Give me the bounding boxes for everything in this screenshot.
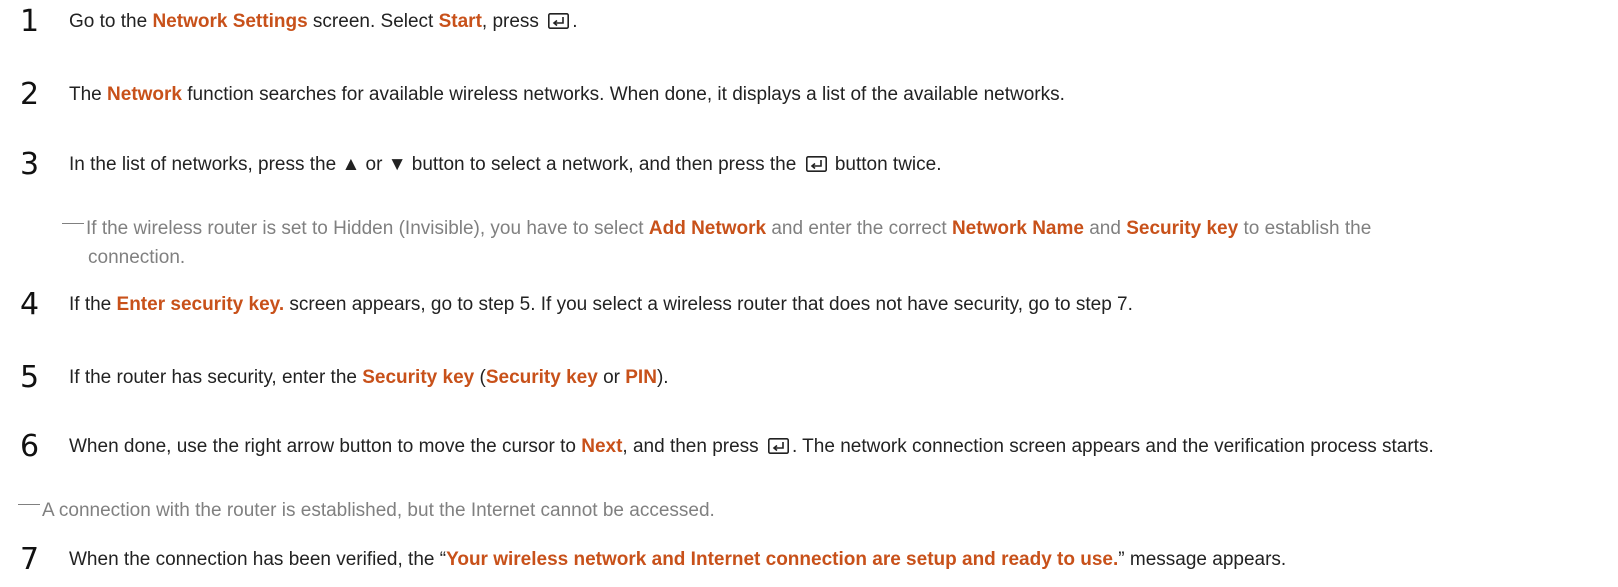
ui-term-network-settings: Network Settings	[152, 11, 308, 32]
step-2: 2 The Network function searches for avai…	[20, 78, 1598, 112]
enter-key-icon	[767, 438, 789, 454]
step-7: 7 When the connection has been verified,…	[20, 543, 1598, 577]
ui-term-next: Next	[581, 436, 623, 457]
ui-term-network-name: Network Name	[951, 218, 1084, 239]
note-no-internet: A connection with the router is establis…	[18, 496, 1578, 525]
step-number: 5	[20, 360, 40, 395]
step-text: If the Enter security key. screen appear…	[69, 294, 1133, 315]
ui-term-enter-security-key: Enter security key.	[116, 294, 285, 315]
step-number: 2	[20, 77, 40, 112]
step-number: 6	[20, 429, 40, 464]
note-text-line-2: connection.	[88, 247, 186, 268]
step-text: When done, use the right arrow button to…	[69, 436, 1434, 457]
note-hidden-router: If the wireless router is set to Hidden …	[62, 214, 1592, 272]
step-text: If the router has security, enter the Se…	[69, 367, 669, 388]
enter-key-icon	[805, 156, 827, 172]
step-text: Go to the Network Settings screen. Selec…	[69, 11, 578, 32]
ui-term-security-key: Security key	[362, 367, 475, 388]
ui-term-add-network: Add Network	[648, 218, 767, 239]
note-dash	[62, 223, 84, 224]
step-number: 3	[20, 147, 40, 182]
step-3: 3 In the list of networks, press the ▲ o…	[20, 148, 1598, 182]
ui-term-ready-message: Your wireless network and Internet conne…	[446, 549, 1119, 570]
step-number: 1	[20, 4, 40, 39]
enter-key-icon	[548, 13, 570, 29]
step-number: 7	[20, 542, 40, 577]
step-number: 4	[20, 287, 40, 322]
ui-term-pin: PIN	[625, 367, 657, 388]
ui-term-start: Start	[438, 11, 482, 32]
step-5: 5 If the router has security, enter the …	[20, 361, 1598, 395]
step-text: The Network function searches for availa…	[69, 84, 1065, 105]
ui-term-network: Network	[107, 84, 182, 105]
step-1: 1 Go to the Network Settings screen. Sel…	[20, 5, 1598, 39]
ui-term-security-key: Security key	[1126, 218, 1239, 239]
step-4: 4 If the Enter security key. screen appe…	[20, 288, 1598, 322]
note-dash	[18, 504, 40, 505]
step-text: When the connection has been verified, t…	[69, 549, 1287, 570]
note-text-line-1: If the wireless router is set to Hidden …	[86, 218, 1372, 239]
ui-term-security-key: Security key	[485, 367, 598, 388]
step-6: 6 When done, use the right arrow button …	[20, 430, 1598, 464]
step-text: In the list of networks, press the ▲ or …	[69, 154, 942, 175]
note-text: A connection with the router is establis…	[42, 500, 715, 521]
